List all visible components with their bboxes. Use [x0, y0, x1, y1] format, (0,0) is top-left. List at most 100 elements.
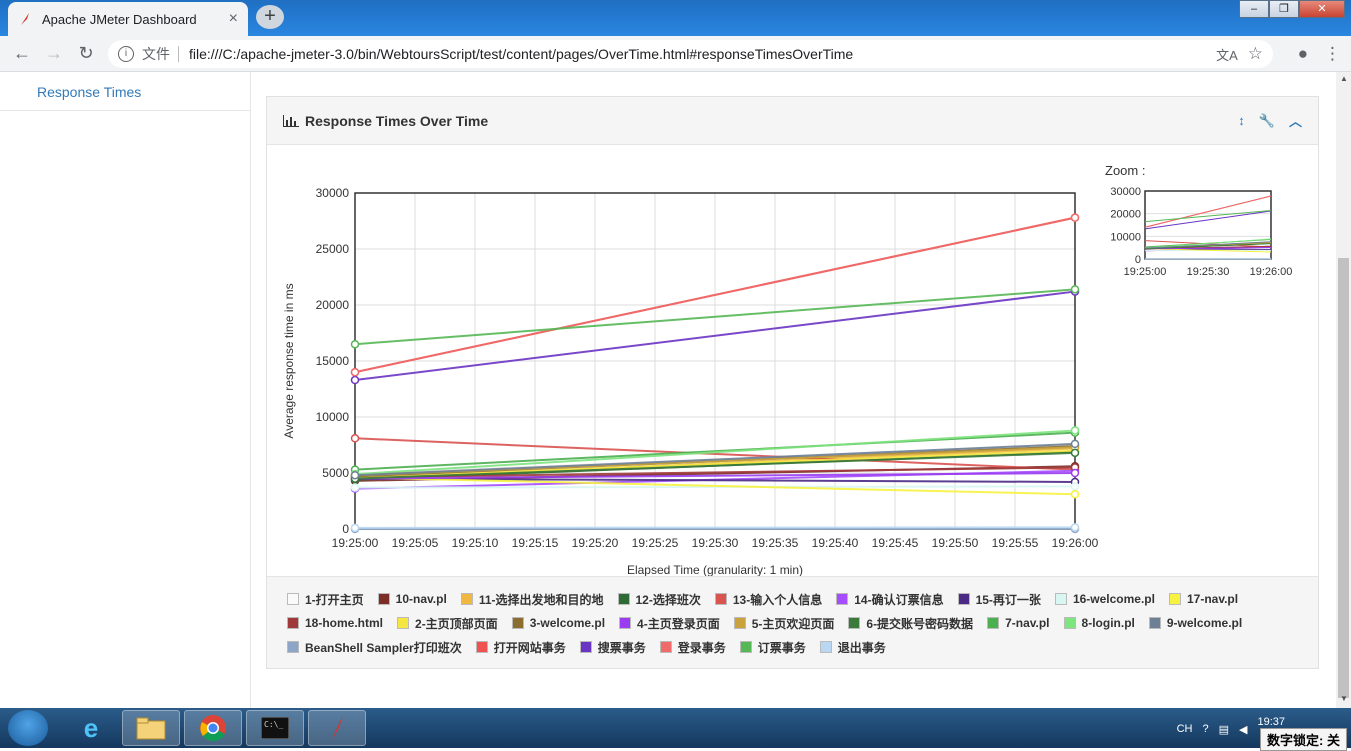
url-text[interactable]: file:///C:/apache-jmeter-3.0/bin/Webtour… [189, 46, 1216, 62]
legend-swatch [987, 617, 999, 629]
ie-icon[interactable]: e [62, 710, 120, 746]
legend-item[interactable]: 订票事务 [740, 639, 806, 656]
x-tick-label: 19:25:55 [992, 536, 1039, 550]
bar-chart-icon [283, 115, 299, 127]
data-point [1072, 440, 1079, 447]
legend-item[interactable]: 15-再订一张 [958, 591, 1041, 608]
close-tab-icon[interactable]: × [229, 10, 238, 28]
legend-item[interactable]: 1-打开主页 [287, 591, 364, 608]
browser-tab[interactable]: Apache JMeter Dashboard × [8, 2, 248, 36]
x-tick-label: 19:25:05 [392, 536, 439, 550]
legend-swatch [848, 617, 860, 629]
new-tab-button[interactable]: + [256, 5, 284, 29]
legend-item[interactable]: 9-welcome.pl [1149, 616, 1242, 630]
legend-item[interactable]: 4-主页登录页面 [619, 615, 720, 632]
forward-arrow-icon[interactable]: → [38, 43, 70, 64]
reload-icon[interactable]: ↻ [70, 43, 102, 64]
data-point [1072, 491, 1079, 498]
legend-label: 17-nav.pl [1187, 592, 1238, 606]
legend-swatch [378, 593, 390, 605]
legend: 1-打开主页 10-nav.pl 11-选择出发地和目的地 12-选择班次 13-输入个… [267, 576, 1318, 668]
legend-item[interactable]: BeanShell Sampler打印班次 [287, 639, 462, 656]
legend-item[interactable]: 8-login.pl [1064, 616, 1135, 630]
legend-item[interactable]: 11-选择出发地和目的地 [461, 591, 604, 608]
address-bar[interactable]: i 文件 file:///C:/apache-jmeter-3.0/bin/We… [108, 40, 1273, 68]
vertical-scrollbar[interactable]: ▲ ▼ [1336, 72, 1351, 708]
legend-item[interactable]: 退出事务 [820, 639, 886, 656]
explorer-folder-icon[interactable] [122, 710, 180, 746]
jmeter-feather-icon [18, 12, 32, 26]
panel-heading: Response Times Over Time ↕ 🔧 ︿ [267, 97, 1318, 145]
y-tick-label: 25000 [316, 242, 350, 256]
cmd-terminal-icon[interactable]: C:\_ [246, 710, 304, 746]
legend-item[interactable]: 3-welcome.pl [512, 616, 605, 630]
legend-swatch [461, 593, 473, 605]
data-point [1072, 427, 1079, 434]
wrench-icon[interactable]: 🔧 [1259, 113, 1275, 129]
legend-item[interactable]: 5-主页欢迎页面 [734, 615, 835, 632]
close-window-button[interactable]: ✕ [1299, 0, 1345, 18]
maximize-button[interactable]: ❐ [1269, 0, 1299, 18]
legend-item[interactable]: 6-提交账号密码数据 [848, 615, 973, 632]
legend-item[interactable]: 搜票事务 [580, 639, 646, 656]
tray-clock[interactable]: 19:37 [1257, 716, 1285, 728]
legend-item[interactable]: 2-主页顶部页面 [397, 615, 498, 632]
main-content: Response Times Over Time ↕ 🔧 ︿ 050001000… [251, 72, 1336, 708]
legend-label: 搜票事务 [598, 639, 646, 656]
account-icon[interactable]: ● [1298, 44, 1308, 64]
sidebar: Response Times [0, 72, 251, 708]
resize-vertical-icon[interactable]: ↕ [1238, 113, 1245, 128]
legend-item[interactable]: 17-nav.pl [1169, 592, 1238, 606]
tray-help-icon[interactable]: ? [1202, 723, 1208, 735]
scroll-down-arrow-icon[interactable]: ▼ [1340, 694, 1348, 703]
sidebar-item-response-times[interactable]: Response Times [0, 72, 250, 111]
scrollbar-thumb[interactable] [1338, 258, 1349, 698]
scroll-up-arrow-icon[interactable]: ▲ [1340, 74, 1348, 83]
x-tick-label: 19:25:45 [872, 536, 919, 550]
data-point [352, 377, 359, 384]
minimize-button[interactable]: – [1239, 0, 1269, 18]
legend-item[interactable]: 16-welcome.pl [1055, 592, 1155, 606]
legend-label: 14-确认订票信息 [854, 591, 943, 608]
chrome-icon[interactable] [184, 710, 242, 746]
legend-swatch [397, 617, 409, 629]
legend-swatch [660, 641, 672, 653]
x-tick-label: 19:25:40 [812, 536, 859, 550]
tray-language[interactable]: CH [1177, 723, 1193, 735]
menu-kebab-icon[interactable]: ⋮ [1324, 44, 1341, 64]
tray-volume-icon[interactable]: ◀ [1239, 723, 1247, 736]
legend-label: 1-打开主页 [305, 591, 364, 608]
zoom-y-tick-label: 10000 [1110, 231, 1141, 243]
legend-item[interactable]: 10-nav.pl [378, 592, 447, 606]
y-tick-label: 30000 [316, 186, 350, 200]
legend-label: BeanShell Sampler打印班次 [305, 639, 462, 656]
collapse-chevron-up-icon[interactable]: ︿ [1289, 111, 1302, 130]
legend-item[interactable]: 7-nav.pl [987, 616, 1049, 630]
x-axis-label: Elapsed Time (granularity: 1 min) [627, 563, 803, 576]
page-content: Response Times Response Times Over Time … [0, 72, 1336, 708]
legend-item[interactable]: 18-home.html [287, 616, 383, 630]
y-tick-label: 20000 [316, 298, 350, 312]
back-arrow-icon[interactable]: ← [6, 43, 38, 64]
start-button[interactable] [8, 710, 48, 746]
zoom-overview-chart[interactable]: 010000200003000019:25:0019:25:3019:26:00 [1097, 183, 1307, 293]
legend-swatch [580, 641, 592, 653]
bookmark-star-icon[interactable]: ☆ [1248, 44, 1263, 64]
legend-item[interactable]: 登录事务 [660, 639, 726, 656]
tray-network-icon[interactable]: ▤ [1219, 723, 1229, 736]
legend-item[interactable]: 12-选择班次 [618, 591, 701, 608]
x-tick-label: 19:25:35 [752, 536, 799, 550]
legend-swatch [476, 641, 488, 653]
translate-icon[interactable]: 文A [1216, 45, 1238, 64]
x-tick-label: 19:25:20 [572, 536, 619, 550]
legend-item[interactable]: 14-确认订票信息 [836, 591, 943, 608]
legend-label: 18-home.html [305, 616, 383, 630]
jmeter-feather-taskbar-icon[interactable] [308, 710, 366, 746]
info-icon[interactable]: i [118, 46, 134, 62]
legend-item[interactable]: 13-输入个人信息 [715, 591, 822, 608]
zoom-series-line [1145, 196, 1271, 227]
x-tick-label: 19:25:00 [332, 536, 379, 550]
window-controls: – ❐ ✕ [1239, 0, 1345, 18]
zoom-x-tick-label: 19:25:00 [1124, 266, 1167, 278]
legend-item[interactable]: 打开网站事务 [476, 639, 566, 656]
